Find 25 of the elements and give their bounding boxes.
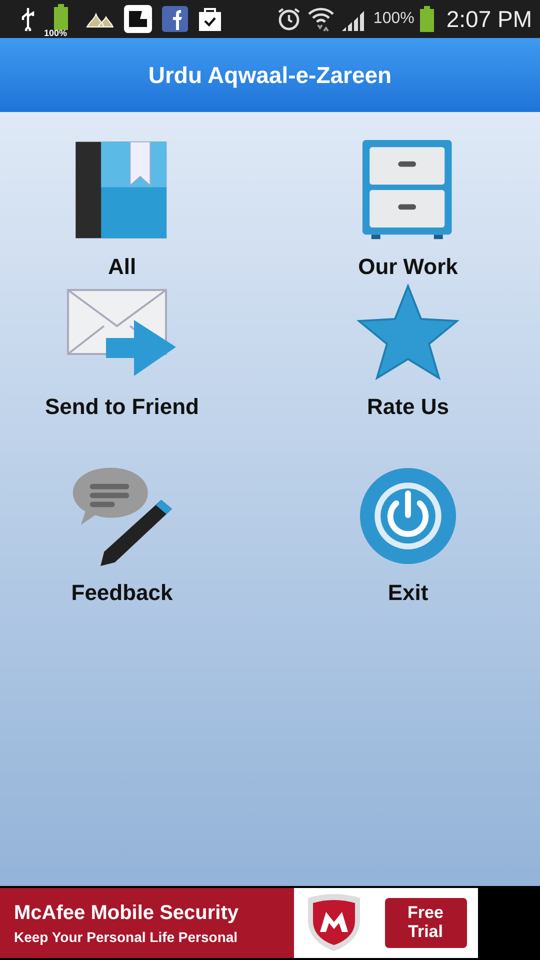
- battery-percent: 100%: [373, 10, 414, 28]
- ad-banner[interactable]: McAfee Mobile Security Keep Your Personal Life Personal Free Trial: [0, 888, 478, 958]
- menu-label[interactable]: All: [108, 254, 136, 280]
- app-icon: [124, 5, 152, 33]
- app-title: Urdu Aqwaal-e-Zareen: [148, 62, 392, 88]
- menu-label[interactable]: Rate Us: [367, 394, 449, 420]
- battery-percent: 100%: [44, 28, 68, 38]
- battery-icon: [420, 6, 434, 32]
- menu-label[interactable]: Feedback: [71, 580, 173, 606]
- ad-headline: McAfee Mobile Security: [14, 902, 240, 924]
- clock-time: 2:07 PM: [446, 6, 532, 32]
- usb-icon: [20, 7, 36, 31]
- free-trial-button[interactable]: Free Trial: [384, 898, 466, 948]
- star-icon[interactable]: [357, 284, 459, 380]
- menu-label[interactable]: Send to Friend: [45, 394, 199, 420]
- menu-label[interactable]: Our Work: [358, 254, 458, 280]
- ad-tagline: Keep Your Personal Life Personal: [14, 928, 239, 944]
- shield-icon: [306, 894, 362, 952]
- shopping-bag-icon: [198, 7, 222, 31]
- wifi-icon: [307, 6, 336, 32]
- alarm-icon: [277, 7, 302, 31]
- menu-label[interactable]: Exit: [388, 580, 428, 606]
- facebook-icon: [162, 6, 188, 32]
- power-icon[interactable]: [357, 466, 459, 566]
- battery-icon: [53, 4, 69, 30]
